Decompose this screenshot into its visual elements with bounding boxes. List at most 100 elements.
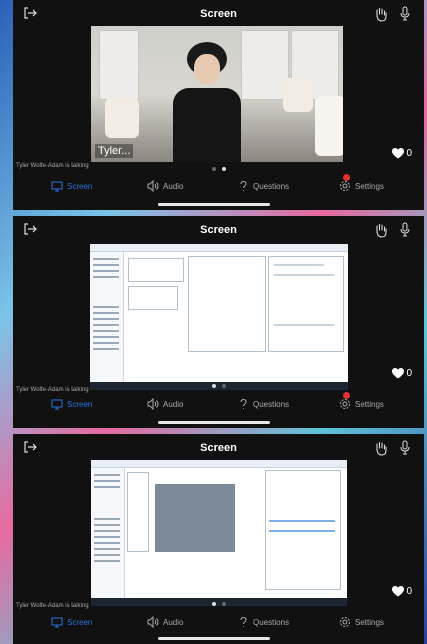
top-bar: Screen bbox=[13, 216, 424, 242]
home-indicator[interactable] bbox=[158, 637, 270, 640]
tab-bar: Screen Audio Questions Settings bbox=[13, 616, 424, 632]
tab-audio-label: Audio bbox=[163, 617, 184, 627]
palette-panel bbox=[127, 472, 149, 552]
page-indicator bbox=[13, 602, 424, 606]
person-body bbox=[173, 88, 241, 162]
gear-icon bbox=[340, 181, 350, 191]
page-dot-active bbox=[221, 167, 226, 171]
like-counter[interactable]: 0 bbox=[392, 148, 412, 159]
sofa bbox=[315, 96, 343, 156]
tab-audio[interactable]: Audio bbox=[147, 398, 183, 410]
tab-screen[interactable]: Screen bbox=[51, 616, 92, 628]
page-title: Screen bbox=[200, 224, 237, 236]
heart-icon[interactable] bbox=[392, 586, 405, 597]
microphone-icon[interactable] bbox=[398, 222, 412, 238]
shared-screen[interactable] bbox=[90, 244, 348, 390]
speaker-icon bbox=[147, 180, 159, 192]
room-background bbox=[91, 26, 343, 162]
microphone-icon[interactable] bbox=[398, 440, 412, 456]
page-dot-active bbox=[211, 602, 216, 606]
tab-questions[interactable]: Questions bbox=[237, 398, 289, 410]
tab-audio[interactable]: Audio bbox=[147, 180, 183, 192]
like-count: 0 bbox=[406, 148, 412, 159]
project-tree bbox=[91, 468, 125, 598]
raise-hand-icon[interactable] bbox=[374, 6, 388, 22]
tab-settings-label: Settings bbox=[355, 399, 384, 409]
heart-icon[interactable] bbox=[392, 368, 405, 379]
tab-audio-label: Audio bbox=[163, 181, 184, 191]
tree-row bbox=[94, 530, 120, 532]
presenter-video[interactable]: Tyler... bbox=[91, 26, 343, 162]
app-screen-1: Screen Tyler... 0 Tyler Wolfe-Adam is ta… bbox=[13, 0, 424, 210]
project-tree bbox=[90, 252, 124, 382]
selected-property bbox=[269, 530, 335, 532]
tab-settings[interactable]: Settings bbox=[339, 616, 384, 628]
tab-screen[interactable]: Screen bbox=[51, 398, 92, 410]
dialog-row bbox=[274, 324, 334, 326]
tab-settings-label: Settings bbox=[355, 181, 384, 191]
tab-settings[interactable]: Settings bbox=[339, 174, 384, 192]
question-mark-icon bbox=[240, 616, 247, 627]
tree-row bbox=[94, 542, 120, 544]
raise-hand-icon[interactable] bbox=[374, 440, 388, 456]
tree-row bbox=[93, 270, 119, 272]
shared-screen[interactable] bbox=[91, 460, 347, 606]
tree-row bbox=[93, 318, 119, 320]
tree-row bbox=[94, 524, 120, 526]
page-indicator bbox=[13, 167, 424, 171]
tab-screen-label: Screen bbox=[67, 181, 93, 191]
gear-icon bbox=[340, 617, 350, 627]
tree-row bbox=[94, 518, 120, 520]
home-indicator[interactable] bbox=[158, 203, 270, 206]
like-counter[interactable]: 0 bbox=[392, 368, 412, 379]
tab-questions[interactable]: Questions bbox=[237, 180, 289, 192]
selected-property bbox=[269, 520, 335, 522]
like-counter[interactable]: 0 bbox=[392, 586, 412, 597]
tree-row bbox=[93, 276, 119, 278]
form-panel bbox=[128, 258, 184, 282]
microphone-icon[interactable] bbox=[398, 6, 412, 22]
tab-screen-label: Screen bbox=[67, 617, 93, 627]
like-count: 0 bbox=[406, 586, 412, 597]
heart-icon[interactable] bbox=[392, 148, 405, 159]
tree-row bbox=[94, 480, 120, 482]
gear-icon bbox=[340, 399, 350, 409]
tree-row bbox=[93, 312, 119, 314]
tab-settings[interactable]: Settings bbox=[339, 392, 384, 410]
app-toolbar bbox=[91, 460, 347, 468]
tree-row bbox=[93, 306, 119, 308]
tab-bar: Screen Audio Questions Settings bbox=[13, 392, 424, 414]
app-screen-3: Screen 0 Tyler Wolfe-Adam is talking Scr… bbox=[13, 434, 424, 644]
shared-desktop bbox=[90, 244, 348, 390]
monitor-icon bbox=[51, 617, 63, 628]
notification-badge bbox=[343, 174, 350, 181]
tree-row bbox=[93, 324, 119, 326]
armchair bbox=[105, 98, 139, 138]
page-dot bbox=[221, 602, 226, 606]
tree-row bbox=[93, 342, 119, 344]
notification-badge bbox=[343, 392, 350, 399]
dialog-row bbox=[274, 274, 334, 276]
app-toolbar bbox=[90, 244, 348, 252]
top-bar: Screen bbox=[13, 434, 424, 460]
cabinet bbox=[241, 30, 289, 100]
page-title: Screen bbox=[200, 8, 237, 20]
tab-screen[interactable]: Screen bbox=[51, 180, 92, 192]
monitor-icon bbox=[51, 181, 63, 192]
tab-questions-label: Questions bbox=[253, 399, 290, 409]
home-indicator[interactable] bbox=[158, 421, 270, 424]
properties-panel bbox=[188, 256, 266, 352]
cabinet bbox=[99, 30, 139, 100]
tree-row bbox=[94, 554, 120, 556]
shared-desktop bbox=[91, 460, 347, 606]
tree-row bbox=[94, 548, 120, 550]
tree-row bbox=[94, 486, 120, 488]
tab-questions[interactable]: Questions bbox=[237, 616, 289, 628]
person-face bbox=[194, 54, 220, 84]
tree-row bbox=[94, 536, 120, 538]
tab-audio[interactable]: Audio bbox=[147, 616, 183, 628]
raise-hand-icon[interactable] bbox=[374, 222, 388, 238]
page-indicator bbox=[13, 384, 424, 388]
armchair bbox=[283, 78, 313, 112]
top-bar: Screen bbox=[13, 0, 424, 26]
